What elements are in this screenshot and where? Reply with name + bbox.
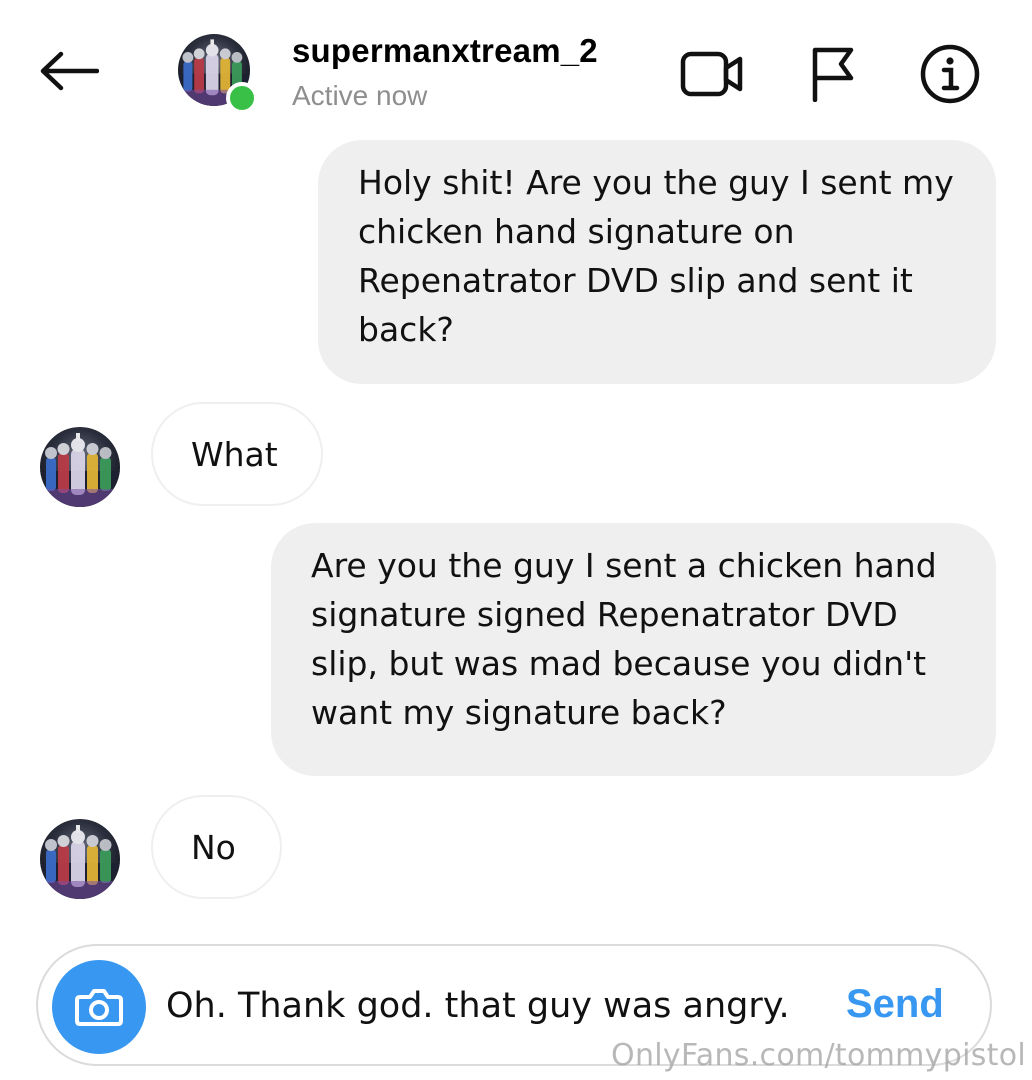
report-button[interactable] [800,42,864,106]
profile-avatar[interactable] [178,34,258,114]
send-button[interactable]: Send [846,982,944,1027]
avatar-image [40,427,120,507]
watermark-text: OnlyFans.com/tommypistol [611,1038,1026,1073]
info-button[interactable] [918,42,982,106]
chat-username[interactable]: supermanxtream_2 [292,32,598,70]
camera-button[interactable] [52,960,146,1054]
camera-icon [75,989,123,1026]
info-icon [920,44,980,104]
avatar-image [40,819,120,899]
back-button[interactable] [36,46,102,96]
outgoing-message[interactable]: Are you the guy I sent a chicken hand si… [271,523,996,776]
active-status: Active now [292,80,428,111]
sender-avatar[interactable] [40,819,120,899]
outgoing-message[interactable]: Holy shit! Are you the guy I sent my chi… [318,140,996,384]
incoming-message[interactable]: What [151,402,323,506]
online-status-dot [226,82,258,114]
chat-header: supermanxtream_2 Active now [0,0,1032,140]
message-input[interactable] [166,976,826,1036]
flag-icon [812,47,854,102]
arrow-left-icon [40,51,99,91]
sender-avatar[interactable] [40,427,120,507]
video-call-button[interactable] [680,42,744,106]
video-camera-icon [680,51,743,97]
incoming-message[interactable]: No [151,795,282,899]
